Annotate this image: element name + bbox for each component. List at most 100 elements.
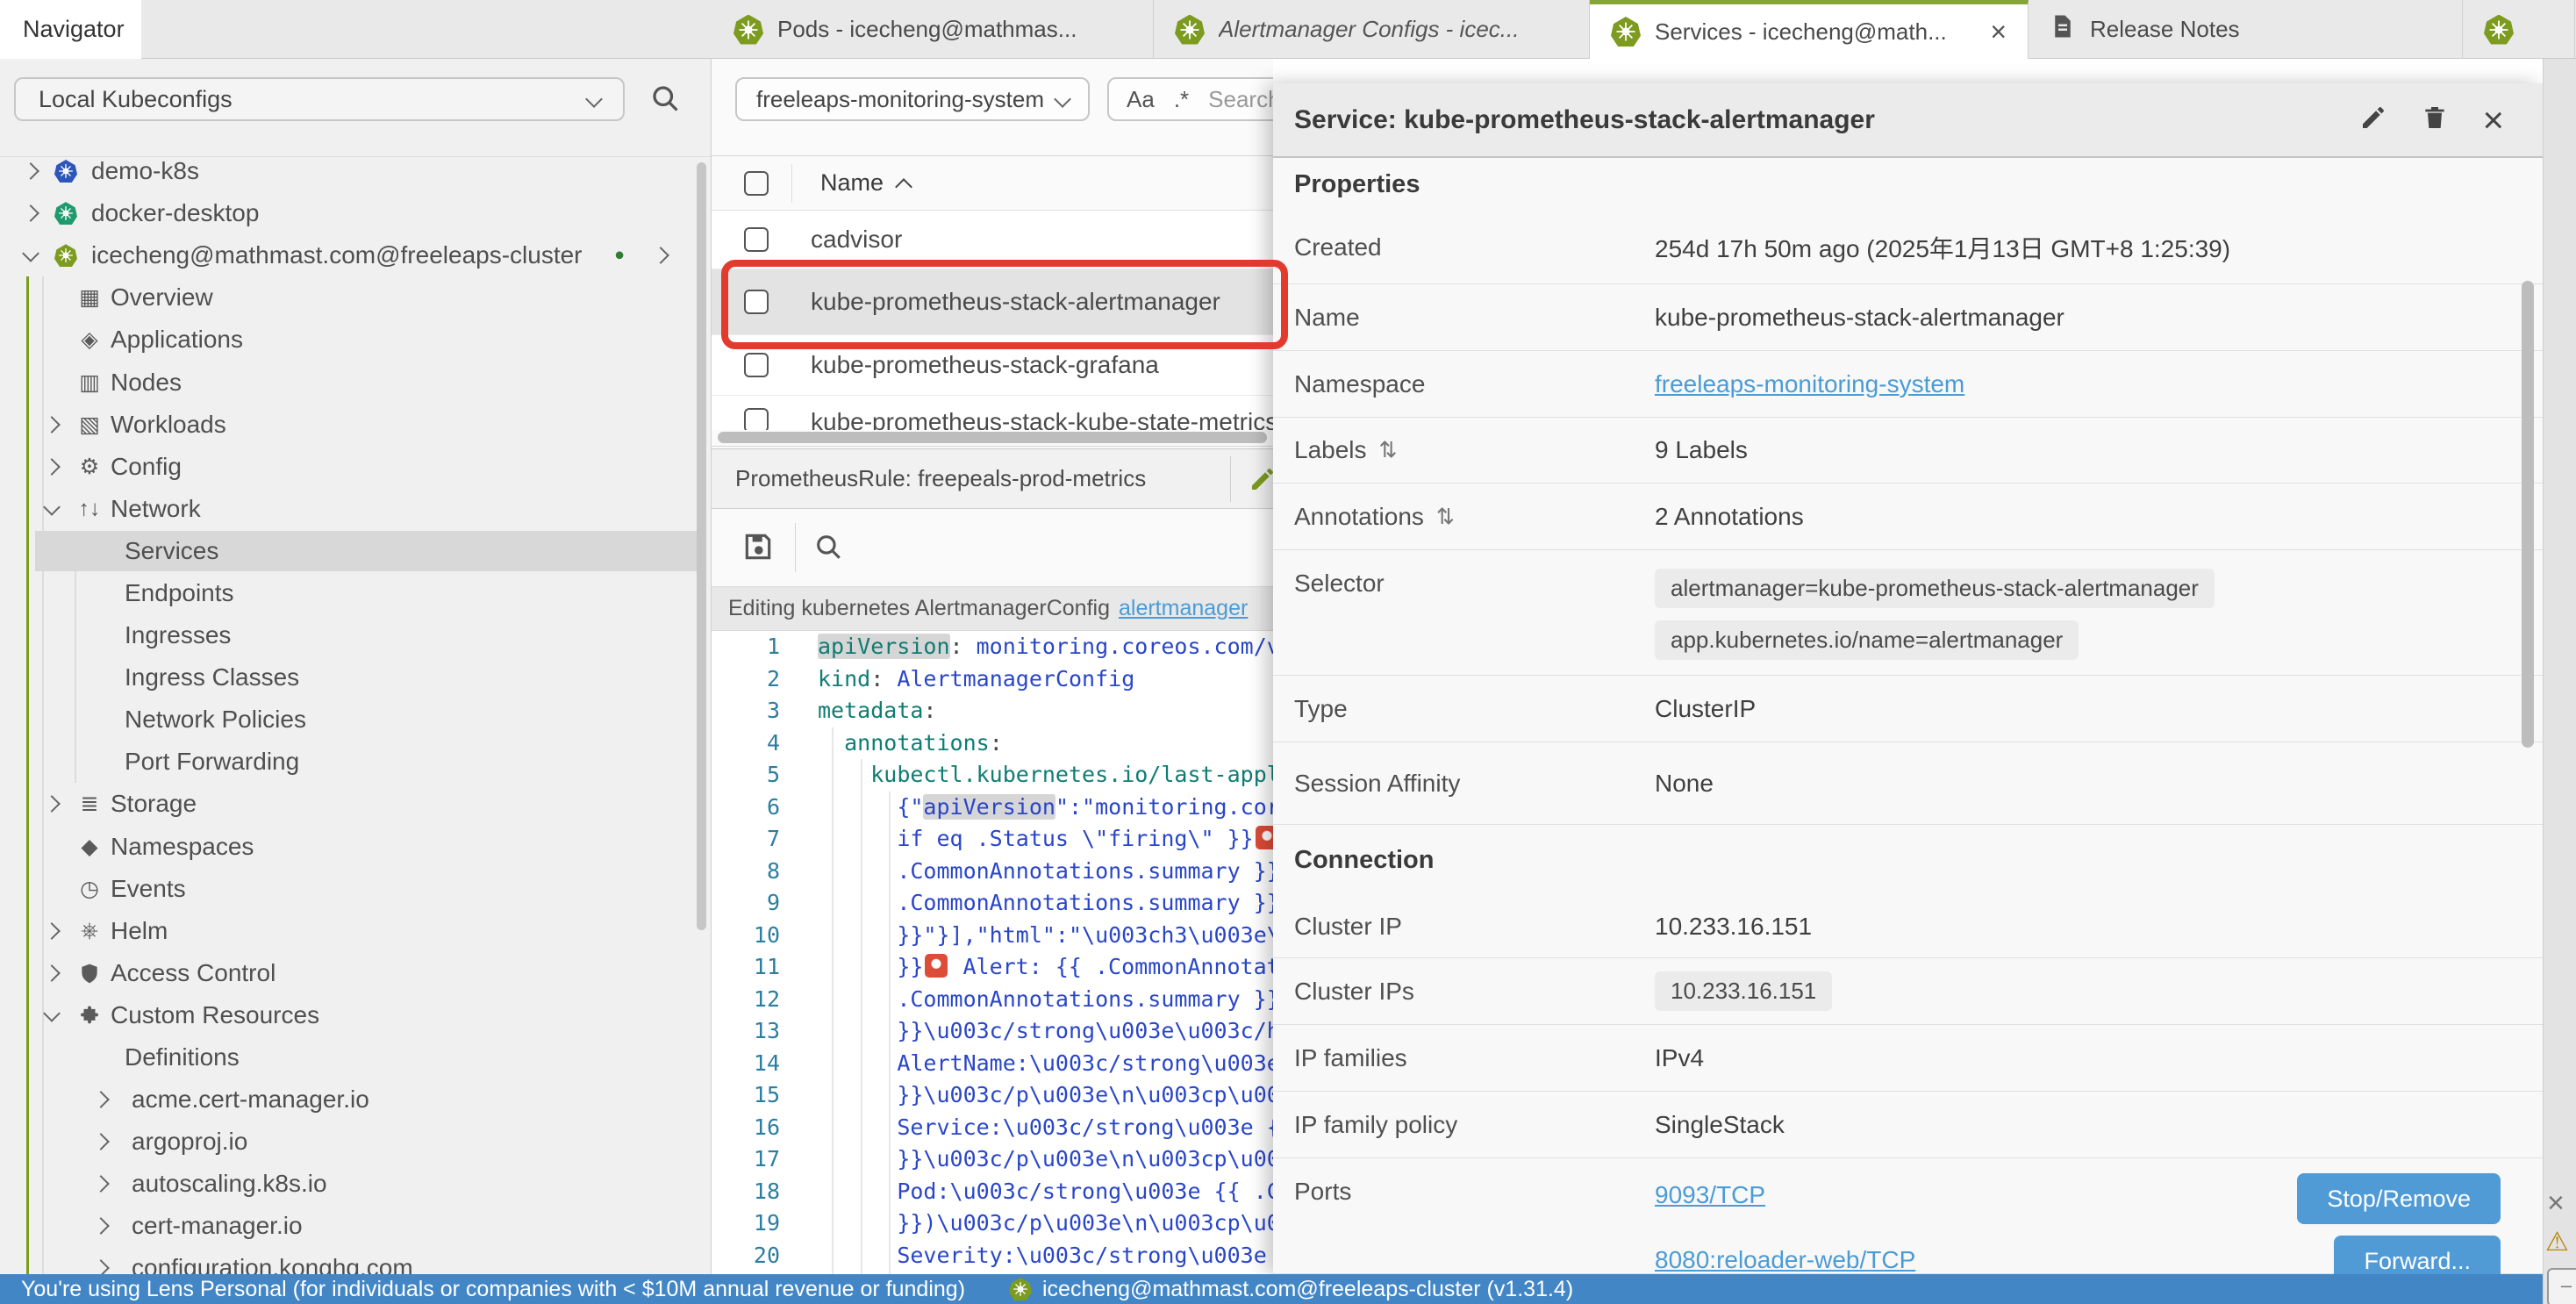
tab-item[interactable]: [2463, 0, 2575, 59]
tab-release-notes[interactable]: Release Notes: [2029, 0, 2463, 59]
tab-alertmanager-configs-icec[interactable]: Alertmanager Configs - icec...: [1154, 0, 1590, 59]
sidebar-item-network[interactable]: ↑↓Network: [0, 488, 712, 530]
cluster-status[interactable]: icecheng@mathmast.com@freeleaps-cluster …: [1009, 1274, 1573, 1304]
panel-scrollbar[interactable]: [2522, 281, 2534, 748]
sidebar-item-custom-resources[interactable]: Custom Resources: [0, 994, 712, 1036]
namespace-link[interactable]: freeleaps-monitoring-system: [1655, 370, 1964, 398]
table-row-kube-prometheus-stack-kube-state-metrics[interactable]: kube-prometheus-stack-kube-state-metrics: [712, 396, 1273, 430]
close-icon[interactable]: ×: [2482, 102, 2504, 139]
chevron-right-icon[interactable]: [43, 796, 61, 813]
horizontal-scrollbar[interactable]: [718, 432, 1267, 443]
save-icon[interactable]: [741, 530, 775, 568]
select-all-checkbox[interactable]: [744, 171, 769, 196]
line-number: 1: [712, 634, 780, 659]
sidebar-item-definitions[interactable]: Definitions: [0, 1036, 712, 1078]
stop-remove-button[interactable]: Stop/Remove: [2297, 1173, 2501, 1224]
sidebar-item-workloads[interactable]: ▧Workloads: [0, 404, 712, 446]
chevron-right-icon[interactable]: [43, 922, 61, 940]
sidebar-item-endpoints[interactable]: Endpoints: [0, 572, 712, 614]
sidebar-item-services[interactable]: Services: [0, 530, 712, 572]
search-icon[interactable]: [649, 82, 681, 118]
tab-services-icecheng-math[interactable]: Services - icecheng@math...×: [1590, 0, 2029, 59]
chevron-down-icon: [1054, 90, 1071, 108]
editor-toolbar: [712, 509, 1273, 586]
sidebar-item-acme-cert-manager-io[interactable]: acme.cert-manager.io: [0, 1078, 712, 1121]
kubernetes-icon: [1611, 17, 1641, 47]
sidebar-item-ingress-classes[interactable]: Ingress Classes: [0, 656, 712, 699]
sort-toggle-icon[interactable]: ⇅: [1379, 437, 1398, 463]
chevron-down-icon[interactable]: [43, 1005, 61, 1022]
row-checkbox[interactable]: [744, 353, 769, 377]
service-name: kube-prometheus-stack-kube-state-metrics: [811, 408, 1273, 430]
sidebar-item-docker-desktop[interactable]: docker-desktop: [0, 192, 712, 234]
tab-bar: Navigator Pods - icecheng@mathmas...Aler…: [0, 0, 2576, 59]
sidebar-item-icecheng-mathmast-com-freeleaps-cluster[interactable]: icecheng@mathmast.com@freeleaps-cluster●: [0, 234, 712, 276]
chevron-down-icon[interactable]: [22, 245, 39, 262]
match-case-toggle[interactable]: Aa: [1127, 86, 1155, 113]
code-text: kind: AlertmanagerConfig: [818, 666, 1134, 691]
dock-title-bar[interactable]: PrometheusRule: freepeals-prod-metrics: [712, 448, 1273, 509]
sidebar-item-nodes[interactable]: ▥Nodes: [0, 361, 712, 403]
chevron-right-icon[interactable]: [92, 1133, 110, 1150]
chevron-right-icon[interactable]: [43, 964, 61, 982]
namespace-select[interactable]: freeleaps-monitoring-system: [735, 77, 1090, 121]
edit-icon[interactable]: [2359, 104, 2387, 136]
chevron-right-icon[interactable]: [92, 1175, 110, 1193]
sort-toggle-icon[interactable]: ⇅: [1436, 504, 1455, 530]
row-checkbox[interactable]: [744, 408, 769, 430]
editing-resource-link[interactable]: alertmanager: [1119, 596, 1248, 621]
sidebar-item-configuration-konghq-com[interactable]: configuration.konghq.com: [0, 1247, 712, 1274]
storage-icon: ≣: [74, 791, 105, 817]
trash-icon[interactable]: [2421, 104, 2449, 136]
search-input[interactable]: Aa .* Search: [1107, 77, 1273, 121]
sidebar-item-argoproj-io[interactable]: argoproj.io: [0, 1121, 712, 1163]
close-icon[interactable]: ×: [2547, 1186, 2565, 1221]
sidebar-item-label: Network: [111, 495, 201, 523]
tab-pods-icecheng-mathmas[interactable]: Pods - icecheng@mathmas...: [712, 0, 1154, 59]
port-link-8080-reloader-web-tcp[interactable]: 8080:reloader-web/TCP: [1655, 1246, 1915, 1274]
chevron-right-icon[interactable]: [22, 162, 39, 180]
chevron-right-icon[interactable]: [22, 204, 39, 222]
close-icon[interactable]: ×: [1990, 18, 2007, 46]
search-icon[interactable]: [813, 532, 843, 566]
yaml-editor[interactable]: 1apiVersion: monitoring.coreos.com/v12ki…: [712, 631, 1273, 1274]
sidebar-item-ingresses[interactable]: Ingresses: [0, 614, 712, 656]
chevron-right-icon[interactable]: [43, 458, 61, 476]
sidebar-item-overview[interactable]: ▦Overview: [0, 276, 712, 319]
column-header-name[interactable]: Name: [820, 169, 884, 197]
sidebar-item-label: Workloads: [111, 411, 226, 439]
sidebar-item-label: Definitions: [125, 1043, 240, 1071]
line-number: 12: [712, 986, 780, 1012]
chevron-right-icon[interactable]: [92, 1217, 110, 1235]
license-notice[interactable]: You're using Lens Personal (for individu…: [21, 1277, 965, 1302]
sidebar-item-config[interactable]: ⚙Config: [0, 446, 712, 488]
regex-toggle[interactable]: .*: [1174, 86, 1189, 113]
sidebar-item-network-policies[interactable]: Network Policies: [0, 699, 712, 741]
sidebar-item-applications[interactable]: ◈Applications: [0, 319, 712, 361]
property-label: Session Affinity: [1294, 770, 1655, 798]
sidebar-scrollbar[interactable]: [697, 162, 706, 930]
sidebar-item-storage[interactable]: ≣Storage: [0, 783, 712, 825]
pencil-icon[interactable]: [1249, 465, 1273, 498]
chevron-right-icon[interactable]: [43, 416, 61, 433]
sidebar-item-cert-manager-io[interactable]: cert-manager.io: [0, 1205, 712, 1247]
sidebar-item-demo-k8s[interactable]: demo-k8s: [0, 150, 712, 192]
notification-box[interactable]: –: [2547, 1268, 2576, 1304]
chevron-right-icon[interactable]: [92, 1091, 110, 1108]
sidebar-item-helm[interactable]: ⎈Helm: [0, 910, 712, 952]
chevron-right-icon[interactable]: [92, 1260, 110, 1274]
chevron-right-icon[interactable]: [652, 247, 669, 264]
sidebar-item-events[interactable]: ◷Events: [0, 868, 712, 910]
sidebar-item-access-control[interactable]: Access Control: [0, 952, 712, 994]
port-link-9093-tcp[interactable]: 9093/TCP: [1655, 1181, 1765, 1209]
forward-button[interactable]: Forward...: [2334, 1236, 2501, 1274]
sidebar-item-autoscaling-k8s-io[interactable]: autoscaling.k8s.io: [0, 1163, 712, 1205]
service-name: cadvisor: [811, 226, 902, 254]
property-label: Labels⇅: [1294, 436, 1655, 464]
chevron-down-icon[interactable]: [43, 498, 61, 516]
kubeconfig-select[interactable]: Local Kubeconfigs: [14, 77, 625, 121]
sidebar-item-namespaces[interactable]: ◆Namespaces: [0, 826, 712, 868]
code-line: 9 .CommonAnnotations.summary }}: [712, 887, 1273, 920]
row-checkbox[interactable]: [744, 227, 769, 252]
sidebar-item-port-forwarding[interactable]: Port Forwarding: [0, 741, 712, 783]
